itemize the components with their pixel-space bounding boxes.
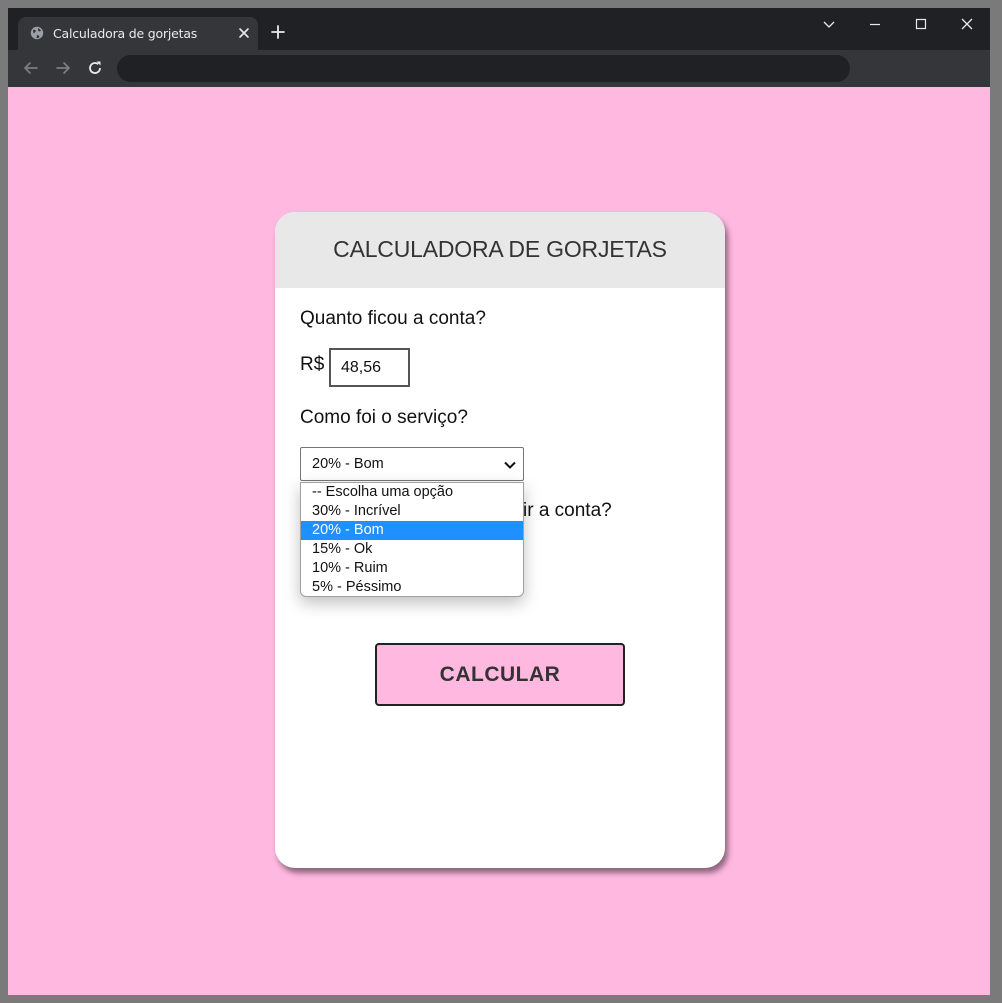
back-icon[interactable] (21, 58, 41, 78)
service-option[interactable]: 15% - Ok (301, 540, 523, 559)
address-bar[interactable] (117, 55, 850, 82)
tab-strip: Calculadora de gorjetas (8, 8, 990, 50)
service-select[interactable]: 20% - Bom (300, 447, 524, 481)
calculate-button[interactable]: CALCULAR (375, 643, 625, 706)
tab-search-icon[interactable] (819, 14, 839, 34)
calculator-card: CALCULADORA DE GORJETAS Quanto ficou a c… (275, 212, 725, 868)
maximize-icon[interactable] (911, 14, 931, 34)
service-dropdown-list: -- Escolha uma opção 30% - Incrível 20% … (300, 482, 524, 597)
new-tab-icon[interactable] (269, 23, 287, 41)
browser-toolbar (8, 50, 990, 87)
page-title: CALCULADORA DE GORJETAS (333, 236, 667, 262)
chevron-down-icon (504, 461, 516, 469)
tab-title: Calculadora de gorjetas (53, 26, 198, 41)
split-question-label: ir a conta? (523, 500, 612, 521)
browser-tab[interactable]: Calculadora de gorjetas (18, 17, 258, 50)
globe-icon (30, 26, 44, 40)
service-question-label: Como foi o serviço? (300, 407, 468, 428)
service-option-selected[interactable]: 20% - Bom (301, 521, 523, 540)
minimize-icon[interactable] (865, 14, 885, 34)
close-tab-icon[interactable] (235, 24, 253, 42)
card-header: CALCULADORA DE GORJETAS (275, 212, 725, 288)
bill-question-label: Quanto ficou a conta? (300, 308, 486, 329)
service-select-value: 20% - Bom (312, 456, 384, 472)
reload-icon[interactable] (85, 58, 105, 78)
service-option[interactable]: -- Escolha uma opção (301, 483, 523, 502)
service-option[interactable]: 10% - Ruim (301, 559, 523, 578)
currency-label: R$ (300, 354, 325, 375)
bill-amount-input[interactable] (329, 348, 410, 387)
page-viewport: CALCULADORA DE GORJETAS Quanto ficou a c… (8, 87, 990, 995)
close-window-icon[interactable] (957, 14, 977, 34)
service-option[interactable]: 5% - Péssimo (301, 578, 523, 596)
service-option[interactable]: 30% - Incrível (301, 502, 523, 521)
browser-window: Calculadora de gorjetas CALCULADORA DE G… (8, 8, 990, 995)
forward-icon[interactable] (53, 58, 73, 78)
